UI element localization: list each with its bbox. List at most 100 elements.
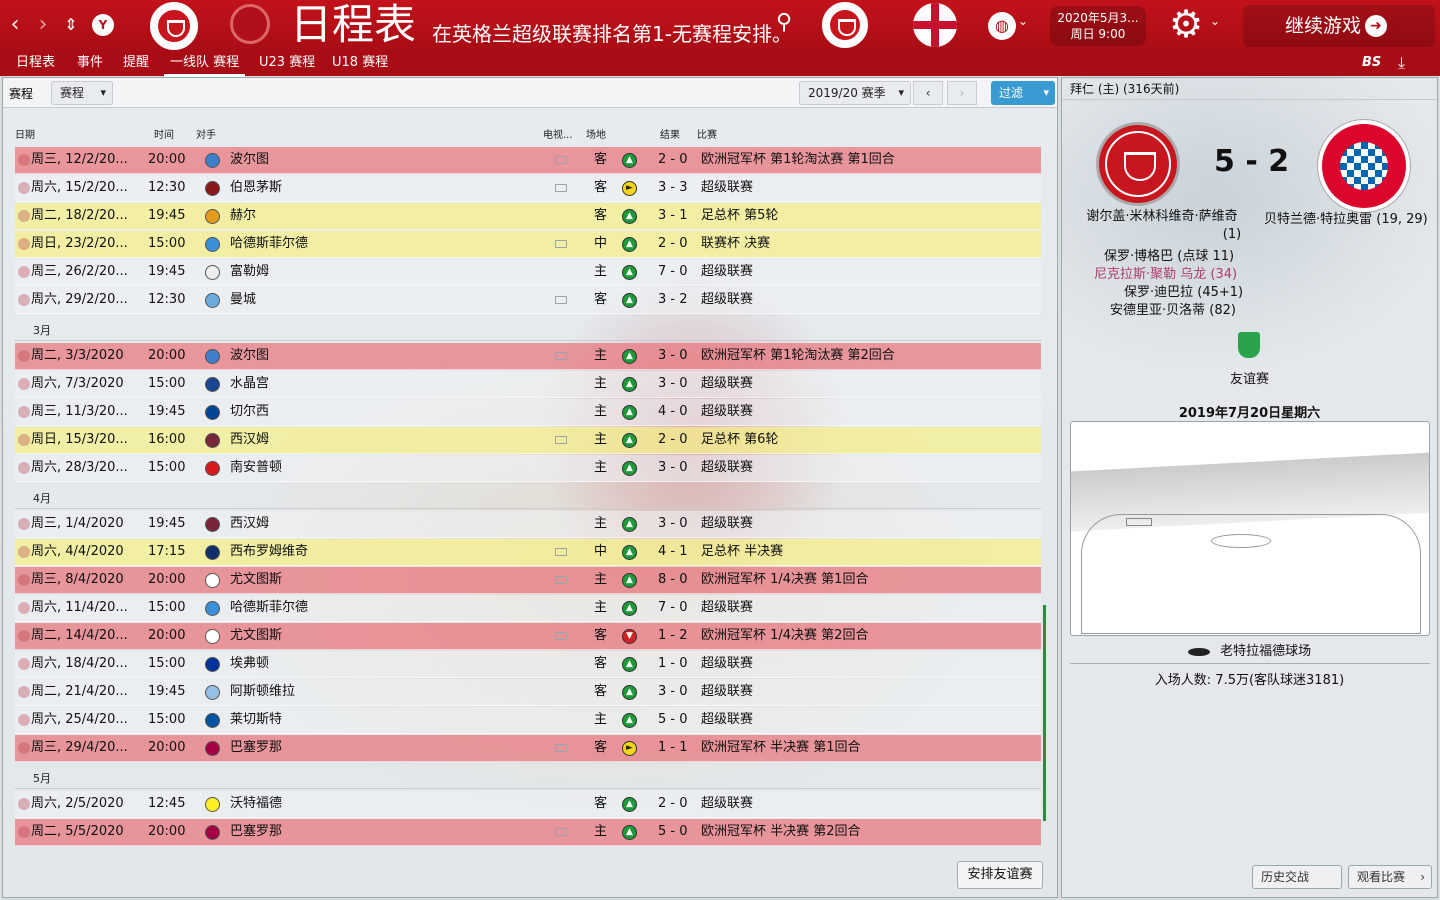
fixture-row[interactable]: 周三, 8/4/2020 20:00 尤文图斯 主 ▲ 8 - 0 欧洲冠军杯 1/4决赛 …: [15, 567, 1041, 594]
col-result[interactable]: 结果: [660, 126, 680, 141]
globe-icon[interactable]: ◍: [988, 12, 1016, 40]
fixture-row[interactable]: 周三, 12/2/20... 20:00 波尔图 客 ▲ 2 - 0 欧洲冠军杯 第1轮淘汰…: [15, 147, 1041, 174]
watch-match-button[interactable]: 观看比赛 ›: [1348, 865, 1432, 889]
fixture-row[interactable]: 周日, 23/2/20... 15:00 哈德斯菲尔德 中 ▲ 2 - 0 联赛杯 决赛: [15, 231, 1041, 258]
fixture-opponent[interactable]: 尤文图斯: [230, 567, 282, 593]
fixture-opponent[interactable]: 哈德斯菲尔德: [230, 595, 308, 621]
arrange-friendly-button[interactable]: 安排友谊赛: [957, 861, 1043, 889]
fixture-competition[interactable]: 超级联赛: [701, 287, 753, 313]
fixture-score[interactable]: 3 - 0: [658, 371, 688, 397]
fixture-score[interactable]: 2 - 0: [658, 147, 688, 173]
fixture-row[interactable]: 周三, 1/4/2020 19:45 西汉姆 主 ▲ 3 - 0 超级联赛: [15, 511, 1041, 538]
fixture-competition[interactable]: 欧洲冠军杯 1/4决赛 第1回合: [701, 567, 868, 593]
gear-icon[interactable]: ⚙: [1166, 4, 1206, 44]
download-icon[interactable]: ⤓: [1398, 52, 1405, 74]
fixture-competition[interactable]: 超级联赛: [701, 371, 753, 397]
fixture-row[interactable]: 周三, 11/3/20... 19:45 切尔西 主 ▲ 4 - 0 超级联赛: [15, 399, 1041, 426]
back-arrow-icon[interactable]: ‹: [4, 10, 26, 40]
season-select[interactable]: 2019/20 赛季 ▾: [799, 81, 911, 105]
fixture-row[interactable]: 周六, 11/4/20... 15:00 哈德斯菲尔德 主 ▲ 7 - 0 超级联赛: [15, 595, 1041, 622]
fixture-score[interactable]: 3 - 0: [658, 343, 688, 369]
fixture-opponent[interactable]: 西布罗姆维奇: [230, 539, 308, 565]
fixture-opponent[interactable]: 阿斯顿维拉: [230, 679, 295, 705]
fixture-score[interactable]: 2 - 0: [658, 231, 688, 257]
fixture-competition[interactable]: 欧洲冠军杯 半决赛 第1回合: [701, 735, 861, 761]
fixture-row[interactable]: 周二, 18/2/20... 19:45 赫尔 客 ▲ 3 - 1 足总杯 第5轮: [15, 203, 1041, 230]
fixture-score[interactable]: 1 - 0: [658, 651, 688, 677]
fixture-competition[interactable]: 足总杯 半决赛: [701, 539, 783, 565]
tab-first-team-fixtures[interactable]: 一线队 赛程: [164, 52, 246, 77]
fixture-competition[interactable]: 欧洲冠军杯 半决赛 第2回合: [701, 819, 861, 845]
fixture-score[interactable]: 5 - 0: [658, 707, 688, 733]
fixture-score[interactable]: 7 - 0: [658, 259, 688, 285]
up-down-icon[interactable]: ⇕: [60, 10, 82, 40]
fixture-opponent[interactable]: 西汉姆: [230, 511, 269, 537]
fixture-opponent[interactable]: 沃特福德: [230, 791, 282, 817]
fixture-score[interactable]: 2 - 0: [658, 791, 688, 817]
fixture-row[interactable]: 周二, 3/3/2020 20:00 波尔图 主 ▲ 3 - 0 欧洲冠军杯 第1轮淘汰赛 …: [15, 343, 1041, 370]
fixture-score[interactable]: 3 - 0: [658, 455, 688, 481]
tab-reminders[interactable]: 提醒: [123, 52, 149, 74]
fixture-competition[interactable]: 超级联赛: [701, 455, 753, 481]
club-crest-icon[interactable]: [150, 2, 198, 50]
fixture-opponent[interactable]: 伯恩茅斯: [230, 175, 282, 201]
club-crest-right-icon[interactable]: [822, 2, 868, 48]
col-tv[interactable]: 电视...: [543, 126, 573, 141]
fixture-opponent[interactable]: 莱切斯特: [230, 707, 282, 733]
fixture-opponent[interactable]: 哈德斯菲尔德: [230, 231, 308, 257]
fixture-row[interactable]: 周六, 2/5/2020 12:45 沃特福德 客 ▲ 2 - 0 超级联赛: [15, 791, 1041, 818]
fixture-score[interactable]: 2 - 0: [658, 427, 688, 453]
filter-button[interactable]: 过滤 ▾: [991, 81, 1055, 105]
away-crest-icon[interactable]: [1318, 120, 1410, 212]
tab-u23-fixtures[interactable]: U23 赛程: [259, 52, 315, 74]
fixture-opponent[interactable]: 巴塞罗那: [230, 735, 282, 761]
fixture-row[interactable]: 周三, 29/4/20... 20:00 巴塞罗那 客 ► 1 - 1 欧洲冠军杯 半决赛 …: [15, 735, 1041, 762]
bs-icon[interactable]: BS: [1362, 52, 1381, 74]
fixture-competition[interactable]: 超级联赛: [701, 707, 753, 733]
fixture-opponent[interactable]: 西汉姆: [230, 427, 269, 453]
fixture-row[interactable]: 周六, 18/4/20... 15:00 埃弗顿 客 ▲ 1 - 0 超级联赛: [15, 651, 1041, 678]
continue-button[interactable]: 继续游戏 ➜: [1243, 5, 1435, 47]
fixture-row[interactable]: 周三, 26/2/20... 19:45 富勒姆 主 ▲ 7 - 0 超级联赛: [15, 259, 1041, 286]
fixture-score[interactable]: 1 - 1: [658, 735, 688, 761]
fixture-competition[interactable]: 超级联赛: [701, 791, 753, 817]
next-season-button[interactable]: ›: [947, 81, 977, 105]
fixture-score[interactable]: 3 - 2: [658, 287, 688, 313]
fixture-opponent[interactable]: 赫尔: [230, 203, 256, 229]
fixture-score[interactable]: 5 - 0: [658, 819, 688, 845]
prev-season-button[interactable]: ‹: [913, 81, 943, 105]
fixture-competition[interactable]: 超级联赛: [701, 651, 753, 677]
home-crest-icon[interactable]: [1096, 122, 1180, 206]
fixture-competition[interactable]: 欧洲冠军杯 第1轮淘汰赛 第1回合: [701, 147, 895, 173]
fixture-row[interactable]: 周二, 14/4/20... 20:00 尤文图斯 客 ▼ 1 - 2 欧洲冠军杯 1/4决…: [15, 623, 1041, 650]
fixture-score[interactable]: 3 - 1: [658, 203, 688, 229]
col-venue[interactable]: 场地: [586, 126, 606, 141]
tab-events[interactable]: 事件: [77, 52, 103, 74]
fixture-opponent[interactable]: 埃弗顿: [230, 651, 269, 677]
fixture-score[interactable]: 3 - 3: [658, 175, 688, 201]
fixture-row[interactable]: 周二, 5/5/2020 20:00 巴塞罗那 主 ▲ 5 - 0 欧洲冠军杯 半决赛 第2…: [15, 819, 1041, 846]
fixture-opponent[interactable]: 巴塞罗那: [230, 819, 282, 845]
fixture-score[interactable]: 4 - 0: [658, 399, 688, 425]
settings-chevron-icon[interactable]: ⌄: [1210, 14, 1220, 28]
fixture-score[interactable]: 3 - 0: [658, 511, 688, 537]
fixture-competition[interactable]: 联赛杯 决赛: [701, 231, 770, 257]
fixture-competition[interactable]: 足总杯 第6轮: [701, 427, 778, 453]
scrollbar[interactable]: [1043, 605, 1046, 821]
col-competition[interactable]: 比赛: [697, 126, 717, 141]
head-to-head-button[interactable]: 历史交战: [1252, 865, 1342, 889]
fixture-row[interactable]: 周二, 21/4/20... 19:45 阿斯顿维拉 客 ▲ 3 - 0 超级联赛: [15, 679, 1041, 706]
game-date-box[interactable]: 2020年5月3... 周日 9:00: [1050, 6, 1146, 46]
search-icon[interactable]: ⚲: [770, 8, 798, 38]
tab-schedule[interactable]: 日程表: [16, 52, 55, 74]
fixture-row[interactable]: 周六, 28/3/20... 15:00 南安普顿 主 ▲ 3 - 0 超级联赛: [15, 455, 1041, 482]
tab-u18-fixtures[interactable]: U18 赛程: [332, 52, 388, 74]
fixture-score[interactable]: 8 - 0: [658, 567, 688, 593]
manager-menu-icon[interactable]: Y: [92, 14, 114, 36]
chevron-down-icon[interactable]: ⌄: [1018, 14, 1028, 28]
col-date[interactable]: 日期: [15, 126, 35, 141]
fixture-score[interactable]: 7 - 0: [658, 595, 688, 621]
forward-arrow-icon[interactable]: ›: [32, 10, 54, 40]
england-flag-icon[interactable]: [913, 3, 957, 47]
fixture-row[interactable]: 周六, 15/2/20... 12:30 伯恩茅斯 客 ► 3 - 3 超级联赛: [15, 175, 1041, 202]
